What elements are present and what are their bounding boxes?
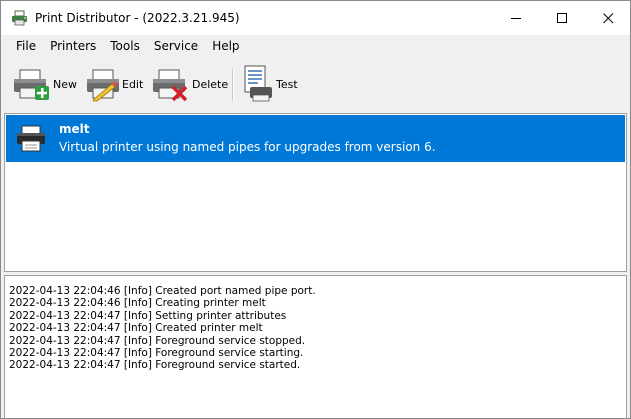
printer-add-icon xyxy=(14,69,49,100)
test-printer-button[interactable]: Test xyxy=(240,63,298,105)
menu-help[interactable]: Help xyxy=(205,35,246,57)
printer-icon xyxy=(17,125,45,152)
close-button[interactable] xyxy=(585,1,630,35)
log-line: 2022-04-13 22:04:47 [Info] Foreground se… xyxy=(9,347,304,360)
printer-list[interactable]: melt Virtual printer using named pipes f… xyxy=(4,113,627,272)
toolbar-separator xyxy=(232,69,234,101)
printer-app-icon xyxy=(12,10,27,26)
printer-name: melt xyxy=(59,122,90,136)
menu-printers[interactable]: Printers xyxy=(43,35,103,57)
log-line: 2022-04-13 22:04:47 [Info] Foreground se… xyxy=(9,359,301,372)
menu-file[interactable]: File xyxy=(9,35,43,57)
delete-button-label: Delete xyxy=(192,77,229,91)
app-window: Print Distributor - (2022.3.21.945) File… xyxy=(0,0,631,419)
log-panel[interactable]: 2022-04-13 22:04:46 [Info] Created port … xyxy=(4,275,627,418)
edit-printer-button[interactable]: Edit xyxy=(86,63,143,105)
printer-delete-icon xyxy=(153,69,188,102)
printer-list-item[interactable]: melt Virtual printer using named pipes f… xyxy=(6,115,625,162)
log-line: 2022-04-13 22:04:47 [Info] Setting print… xyxy=(9,309,287,322)
edit-button-label: Edit xyxy=(122,77,144,91)
maximize-button[interactable] xyxy=(539,1,585,35)
log-line: 2022-04-13 22:04:47 [Info] Created print… xyxy=(9,322,263,335)
printer-edit-icon xyxy=(87,69,119,102)
log-line: 2022-04-13 22:04:46 [Info] Creating prin… xyxy=(9,297,266,310)
log-line: 2022-04-13 22:04:47 [Info] Foreground se… xyxy=(9,334,306,347)
window-title: Print Distributor - (2022.3.21.945) xyxy=(35,11,240,25)
minimize-button[interactable] xyxy=(493,1,539,35)
menu-bar: File Printers Tools Service Help xyxy=(1,35,630,57)
toolbar: New Edit Delete Test xyxy=(1,59,630,111)
title-bar[interactable]: Print Distributor - (2022.3.21.945) xyxy=(1,1,630,35)
test-page-icon xyxy=(244,65,272,102)
close-icon xyxy=(602,12,613,23)
menu-service[interactable]: Service xyxy=(147,35,205,57)
log-line: 2022-04-13 22:04:46 [Info] Created port … xyxy=(9,285,316,297)
maximize-icon xyxy=(556,12,567,23)
new-printer-button[interactable]: New xyxy=(11,63,77,105)
test-button-label: Test xyxy=(276,77,298,91)
minimize-icon xyxy=(510,17,521,19)
printer-description: Virtual printer using named pipes for up… xyxy=(59,140,436,154)
menu-tools[interactable]: Tools xyxy=(103,35,147,57)
new-button-label: New xyxy=(53,77,77,91)
delete-printer-button[interactable]: Delete xyxy=(152,63,228,105)
